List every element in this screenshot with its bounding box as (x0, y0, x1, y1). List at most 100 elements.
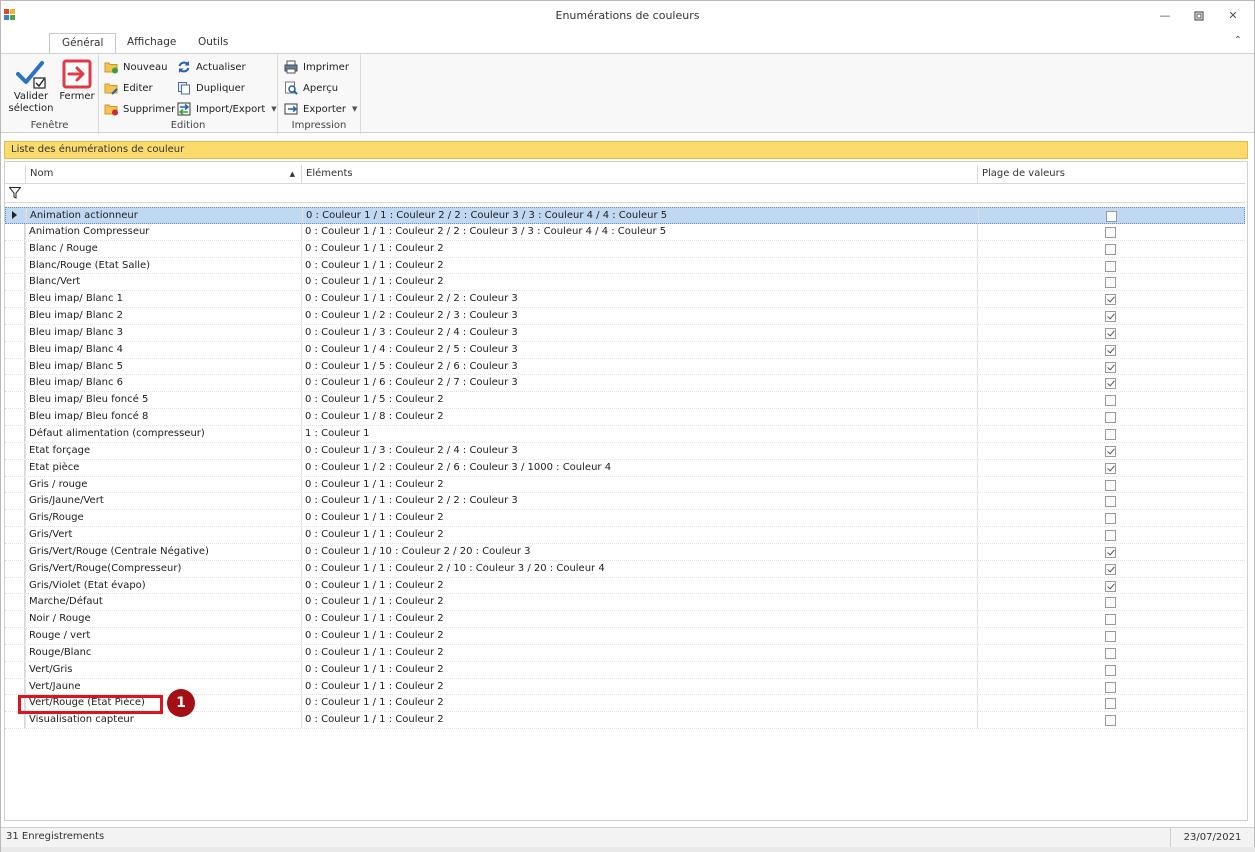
cell-nom[interactable]: Défaut alimentation (compresseur) (25, 425, 301, 442)
cell-elements[interactable]: 0 : Couleur 1 / 8 : Couleur 2 (301, 409, 977, 425)
cell-nom[interactable]: Bleu imap/ Blanc 5 (25, 358, 301, 375)
cell-nom[interactable]: Rouge/Blanc (25, 644, 301, 661)
tab-outils[interactable]: Outils (186, 33, 240, 53)
plage-checkbox[interactable] (1105, 327, 1116, 339)
table-row[interactable]: Gris/Vert 0 : Couleur 1 / 1 : Couleur 2 (5, 527, 1245, 544)
cell-nom[interactable]: Bleu imap/ Bleu foncé 5 (25, 392, 301, 409)
table-row[interactable]: Bleu imap/ Bleu foncé 50 : Couleur 1 / 5… (5, 392, 1245, 410)
cell-elements[interactable]: 0 : Couleur 1 / 1 : Couleur 2 (301, 644, 977, 661)
cell-elements[interactable]: 0 : Couleur 1 / 2 : Couleur 2 / 3 : Coul… (301, 308, 977, 324)
table-row[interactable]: Bleu imap/ Blanc 30 : Couleur 1 / 3 : Co… (5, 324, 1245, 342)
tab-general[interactable]: Général (49, 33, 117, 53)
imprimer-button[interactable]: Imprimer (284, 58, 349, 76)
table-row[interactable]: Bleu imap/ Bleu foncé 80 : Couleur 1 / 8… (5, 409, 1245, 426)
table-row[interactable]: Animation Compresseur 0 : Couleur 1 / 1 :… (5, 223, 1245, 241)
plage-checkbox[interactable] (1105, 462, 1116, 474)
plage-checkbox[interactable] (1105, 226, 1116, 238)
row-indicator[interactable] (5, 712, 25, 729)
table-row[interactable]: Bleu imap/ Blanc 60 : Couleur 1 / 6 : Co… (5, 375, 1245, 393)
cell-elements[interactable]: 0 : Couleur 1 / 1 : Couleur 2 (301, 577, 977, 594)
cell-elements[interactable]: 0 : Couleur 1 / 1 : Couleur 2 (301, 712, 977, 729)
plage-checkbox[interactable] (1105, 715, 1116, 727)
nouveau-button[interactable]: Nouveau (104, 58, 167, 76)
row-indicator[interactable] (5, 560, 25, 577)
editer-button[interactable]: Editer (104, 79, 153, 97)
row-indicator[interactable] (5, 543, 25, 560)
table-row[interactable]: Gris/Violet (Etat évapo) 0 : Couleur 1 / … (5, 577, 1245, 595)
table-row[interactable]: Gris/Vert/Rouge(Compresseur) 0 : Couleur … (5, 560, 1245, 578)
plage-checkbox[interactable] (1105, 546, 1116, 558)
cell-nom[interactable]: Etat forçage (25, 442, 301, 459)
plage-checkbox[interactable] (1105, 412, 1116, 424)
row-indicator[interactable] (5, 341, 25, 358)
plage-checkbox[interactable] (1105, 530, 1116, 542)
cell-nom[interactable]: Vert/Gris (25, 661, 301, 678)
table-row[interactable]: Etat pièce 0 : Couleur 1 / 2 : Couleur 2 … (5, 459, 1245, 477)
cell-elements[interactable]: 0 : Couleur 1 / 1 : Couleur 2 / 10 : Cou… (301, 560, 977, 577)
row-indicator[interactable] (5, 459, 25, 476)
row-indicator[interactable] (5, 274, 25, 291)
row-indicator[interactable] (5, 291, 25, 308)
cell-elements[interactable]: 0 : Couleur 1 / 1 : Couleur 2 (301, 695, 977, 712)
cell-nom[interactable]: Gris/Rouge (25, 510, 301, 527)
plage-checkbox[interactable] (1105, 260, 1116, 272)
plage-checkbox[interactable] (1105, 479, 1116, 491)
cell-elements[interactable]: 0 : Couleur 1 / 5 : Couleur 2 / 6 : Coul… (301, 358, 977, 375)
cell-nom[interactable]: Animation actionneur (26, 208, 302, 223)
collapse-ribbon-icon[interactable]: ⌃ (1234, 35, 1242, 46)
cell-elements[interactable]: 0 : Couleur 1 / 3 : Couleur 2 / 4 : Coul… (301, 324, 977, 341)
table-row[interactable]: Etat forçage 0 : Couleur 1 / 3 : Couleur … (5, 442, 1245, 460)
table-row[interactable]: Bleu imap/ Blanc 10 : Couleur 1 / 1 : Co… (5, 291, 1245, 309)
cell-elements[interactable]: 0 : Couleur 1 / 1 : Couleur 2 (301, 240, 977, 257)
cell-elements[interactable]: 0 : Couleur 1 / 1 : Couleur 2 (301, 678, 977, 695)
plage-checkbox[interactable] (1106, 211, 1117, 222)
cell-elements[interactable]: 0 : Couleur 1 / 1 : Couleur 2 (301, 594, 977, 611)
table-row[interactable]: Rouge / vert 0 : Couleur 1 / 1 : Couleur … (5, 628, 1245, 645)
plage-checkbox[interactable] (1105, 681, 1116, 693)
cell-nom[interactable]: Blanc / Rouge (25, 240, 301, 257)
exporter-button[interactable]: Exporter ▼ (284, 100, 357, 118)
filter-icon[interactable] (9, 187, 21, 199)
close-icon[interactable]: ✕ (1226, 9, 1240, 23)
maximize-icon[interactable] (1192, 9, 1206, 23)
plage-checkbox[interactable] (1105, 361, 1116, 373)
table-row[interactable]: Visualisation capteur 0 : Couleur 1 / 1 :… (5, 712, 1245, 730)
row-indicator[interactable] (5, 358, 25, 375)
cell-elements[interactable]: 0 : Couleur 1 / 1 : Couleur 2 (301, 257, 977, 274)
table-row[interactable]: Marche/Défaut 0 : Couleur 1 / 1 : Couleur… (5, 594, 1245, 612)
cell-elements[interactable]: 0 : Couleur 1 / 1 : Couleur 2 / 2 : Coul… (301, 223, 977, 240)
cell-elements[interactable]: 0 : Couleur 1 / 3 : Couleur 2 / 4 : Coul… (301, 442, 977, 459)
row-indicator[interactable] (5, 594, 25, 611)
plage-checkbox[interactable] (1105, 496, 1116, 508)
apercu-button[interactable]: Aperçu (284, 79, 338, 97)
cell-nom[interactable]: Gris/Vert/Rouge (Centrale Négative) (25, 543, 301, 560)
plage-checkbox[interactable] (1105, 698, 1116, 710)
cell-nom[interactable]: Animation Compresseur (25, 223, 301, 240)
row-indicator[interactable] (5, 628, 25, 644)
plage-checkbox[interactable] (1105, 664, 1116, 676)
table-row[interactable]: Blanc / Rouge 0 : Couleur 1 / 1 : Couleur… (5, 240, 1245, 258)
filter-row[interactable] (5, 184, 1245, 203)
cell-nom[interactable]: Gris/Vert/Rouge(Compresseur) (25, 560, 301, 577)
table-row[interactable]: Bleu imap/ Blanc 40 : Couleur 1 / 4 : Co… (5, 341, 1245, 359)
valider-selection-button[interactable]: Valider sélection (7, 58, 55, 115)
cell-nom[interactable]: Gris / rouge (25, 476, 301, 493)
table-row[interactable]: Rouge/Blanc 0 : Couleur 1 / 1 : Couleur 2 (5, 644, 1245, 662)
plage-checkbox[interactable] (1105, 311, 1116, 323)
cell-elements[interactable]: 0 : Couleur 1 / 1 : Couleur 2 (301, 661, 977, 678)
cell-nom[interactable]: Bleu imap/ Blanc 4 (25, 341, 301, 358)
row-indicator[interactable] (5, 257, 25, 274)
cell-nom[interactable]: Rouge / vert (25, 628, 301, 644)
row-indicator[interactable] (5, 493, 25, 510)
row-indicator[interactable] (5, 577, 25, 594)
cell-elements[interactable]: 1 : Couleur 1 (301, 425, 977, 442)
row-indicator[interactable] (5, 308, 25, 324)
table-row[interactable]: Gris/Jaune/Vert 0 : Couleur 1 / 1 : Coule… (5, 493, 1245, 511)
dupliquer-button[interactable]: Dupliquer (177, 79, 245, 97)
row-indicator[interactable] (5, 678, 25, 695)
cell-nom[interactable]: Bleu imap/ Bleu foncé 8 (25, 409, 301, 425)
minimize-icon[interactable]: — (1158, 9, 1172, 23)
column-header-nom[interactable]: Nom ▲ (25, 165, 301, 184)
plage-checkbox[interactable] (1105, 445, 1116, 457)
table-row[interactable]: Vert/Gris 0 : Couleur 1 / 1 : Couleur 2 (5, 661, 1245, 679)
